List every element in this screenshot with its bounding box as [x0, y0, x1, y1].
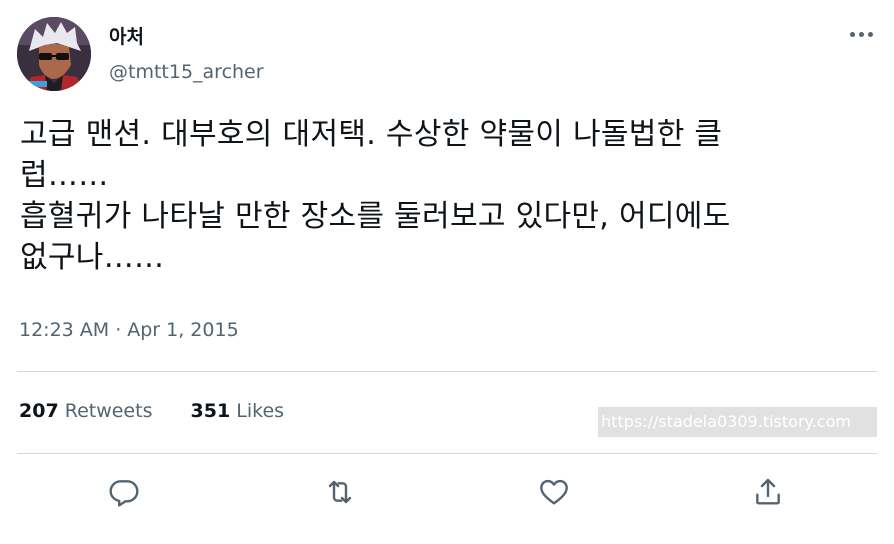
user-handle[interactable]: @tmtt15_archer [109, 61, 264, 83]
tweet-text: 고급 맨션. 대부호의 대저택. 수상한 약물이 나돌법한 클 럽…… 흡혈귀가… [20, 114, 880, 278]
divider [17, 453, 877, 454]
display-name[interactable]: 아처 [109, 22, 144, 49]
likes-count: 351 [190, 400, 231, 422]
share-button[interactable] [750, 474, 786, 510]
more-dot-icon [849, 31, 855, 37]
tweet-text-line: 럽…… [20, 158, 109, 193]
retweets-label: Retweets [64, 400, 153, 422]
avatar[interactable] [17, 17, 91, 91]
watermark: https://stadela0309.tistory.com [598, 407, 877, 437]
reply-button[interactable] [106, 474, 142, 510]
timestamp-separator: · [115, 319, 122, 341]
tweet-text-line: 고급 맨션. 대부호의 대저택. 수상한 약물이 나돌법한 클 [20, 117, 723, 152]
action-bar [0, 464, 894, 520]
tweet-text-line: 흡혈귀가 나타날 만한 장소를 둘러보고 있다만, 어디에도 [20, 199, 731, 234]
more-options-button[interactable] [846, 22, 876, 46]
engagement-stats: 207 Retweets 351 Likes [19, 400, 284, 422]
likes-label: Likes [236, 400, 285, 422]
tweet-text-line: 없구나…… [20, 240, 165, 275]
tweet-time[interactable]: 12:23 AM [19, 319, 109, 341]
retweets-stat[interactable]: 207 Retweets [19, 400, 152, 422]
retweet-icon [328, 480, 352, 504]
tweet-timestamp[interactable]: 12:23 AM · Apr 1, 2015 [19, 319, 239, 341]
tweet-card: 아처 @tmtt15_archer 고급 맨션. 대부호의 대저택. 수상한 약… [0, 0, 894, 544]
tweet-date[interactable]: Apr 1, 2015 [127, 319, 238, 341]
heart-icon [540, 479, 568, 505]
reply-icon [109, 480, 139, 507]
like-button[interactable] [536, 474, 572, 510]
likes-stat[interactable]: 351 Likes [191, 400, 285, 422]
divider [17, 371, 877, 372]
anime-character-avatar-icon [17, 17, 91, 91]
more-dot-icon [858, 31, 864, 37]
retweets-count: 207 [19, 400, 59, 422]
retweet-button[interactable] [322, 474, 358, 510]
share-icon [756, 478, 780, 505]
more-dot-icon [867, 31, 873, 37]
